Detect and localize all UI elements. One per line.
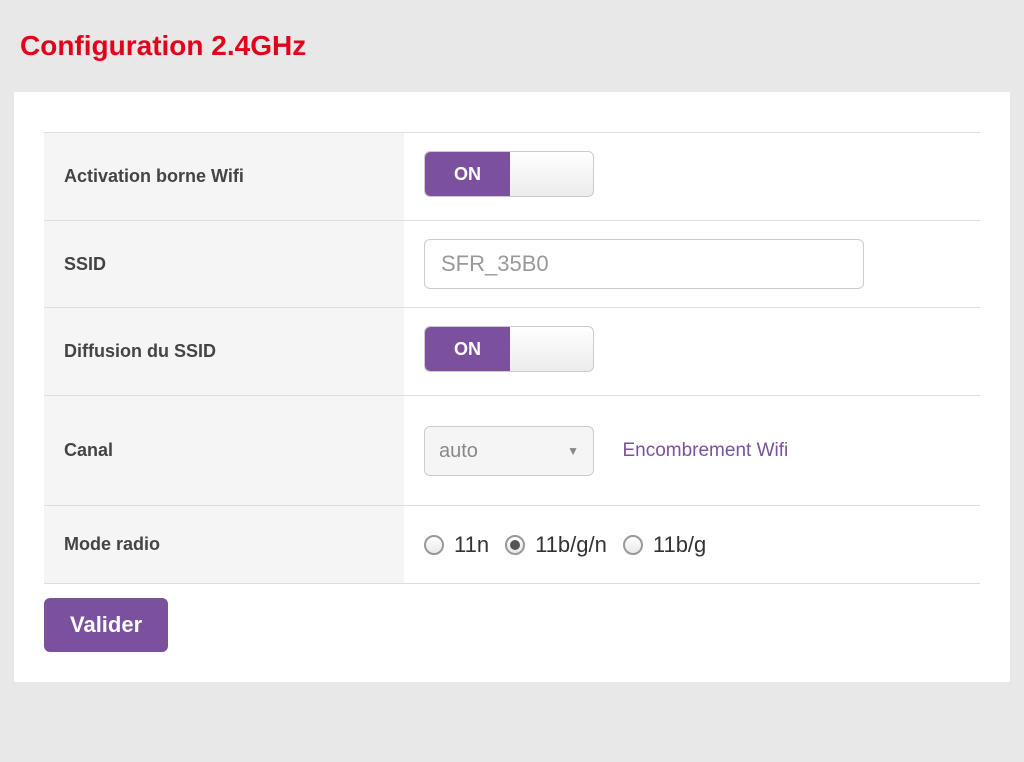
mode-radio-group: 11n 11b/g/n 11b/g xyxy=(424,532,960,558)
row-ssid: SSID xyxy=(44,221,980,308)
mode-radio-label: Mode radio xyxy=(44,506,404,584)
canal-label: Canal xyxy=(44,396,404,506)
radio-icon xyxy=(623,535,643,555)
encombrement-link[interactable]: Encombrement Wifi xyxy=(622,440,788,461)
radio-option-11bgn[interactable]: 11b/g/n xyxy=(505,532,607,558)
radio-option-11bg[interactable]: 11b/g xyxy=(623,532,706,558)
toggle-on-label: ON xyxy=(425,327,510,371)
radio-label: 11b/g xyxy=(653,532,706,558)
activation-toggle[interactable]: ON xyxy=(424,151,594,197)
ssid-label: SSID xyxy=(44,221,404,308)
page-title: Configuration 2.4GHz xyxy=(0,0,1024,92)
radio-icon xyxy=(505,535,525,555)
radio-icon xyxy=(424,535,444,555)
row-diffusion: Diffusion du SSID ON xyxy=(44,308,980,396)
row-mode-radio: Mode radio 11n 11b/g/n 11b/g xyxy=(44,506,980,584)
canal-select[interactable]: auto xyxy=(425,427,593,475)
valider-button[interactable]: Valider xyxy=(44,598,168,652)
toggle-on-label: ON xyxy=(425,152,510,196)
diffusion-label: Diffusion du SSID xyxy=(44,308,404,396)
ssid-input[interactable] xyxy=(424,239,864,289)
radio-label: 11b/g/n xyxy=(535,532,607,558)
row-activation: Activation borne Wifi ON xyxy=(44,133,980,221)
row-canal: Canal auto ▼ Encombrement Wifi xyxy=(44,396,980,506)
activation-label: Activation borne Wifi xyxy=(44,133,404,221)
config-panel: Activation borne Wifi ON SSID Diffusion … xyxy=(14,92,1010,682)
diffusion-toggle[interactable]: ON xyxy=(424,326,594,372)
radio-option-11n[interactable]: 11n xyxy=(424,532,489,558)
radio-label: 11n xyxy=(454,532,489,558)
